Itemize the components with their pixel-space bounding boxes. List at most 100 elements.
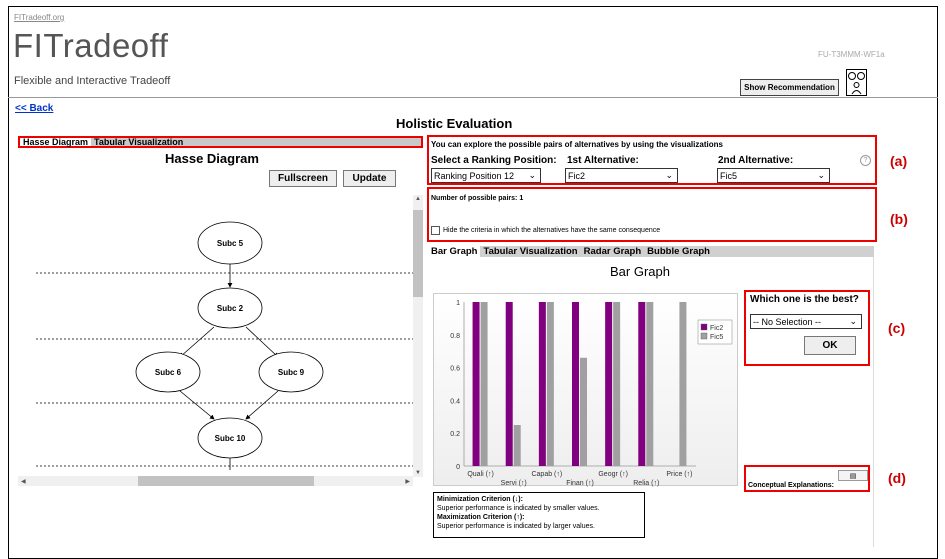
label-d: (d) bbox=[888, 470, 906, 486]
label-a: (a) bbox=[890, 153, 908, 169]
max-title: Maximization Criterion (↑): bbox=[437, 514, 525, 521]
bar-fic2 bbox=[572, 302, 579, 466]
scroll-up-icon[interactable]: ▲ bbox=[415, 196, 421, 202]
max-text: Superior performance is indicated by lar… bbox=[437, 523, 595, 530]
tab-radar-graph[interactable]: Radar Graph bbox=[581, 246, 645, 257]
legend-label: Fic5 bbox=[710, 334, 723, 341]
logo: FITradeoff bbox=[13, 27, 169, 64]
pairs-value: 1 bbox=[519, 195, 524, 202]
header-divider bbox=[8, 97, 938, 98]
y-tick-label: 0 bbox=[456, 464, 460, 471]
page-title: Holistic Evaluation bbox=[396, 116, 513, 131]
hasse-diagram[interactable]: Subc 5 Subc 2 Subc 6 Subc 9 Subc 10 bbox=[18, 195, 413, 470]
x-tick-label: Price (↑) bbox=[666, 471, 692, 478]
alt1-select[interactable]: Fic2 ⌄ bbox=[565, 168, 678, 183]
x-tick-label: Relia (↑) bbox=[633, 480, 659, 487]
chevron-down-icon: ⌄ bbox=[665, 170, 673, 180]
y-tick-label: 0.8 bbox=[450, 333, 460, 340]
hide-criteria-checkbox[interactable] bbox=[431, 226, 440, 235]
right-tab-bar: Bar Graph Tabular Visualization Radar Gr… bbox=[428, 246, 874, 257]
edge bbox=[179, 390, 215, 420]
left-tab-bar: Hasse Diagram Tabular Visualization bbox=[18, 136, 423, 148]
x-tick-label: Capab (↑) bbox=[531, 471, 562, 478]
hasse-node[interactable]: Subc 6 bbox=[135, 351, 201, 393]
expand-icon[interactable]: ▤ bbox=[838, 470, 868, 481]
panel-a-title: You can explore the possible pairs of al… bbox=[431, 140, 723, 149]
fullscreen-button[interactable]: Fullscreen bbox=[269, 170, 337, 187]
pairs-count: Number of possible pairs: 1 bbox=[431, 195, 523, 202]
update-button[interactable]: Update bbox=[343, 170, 396, 187]
bar-fic5 bbox=[679, 302, 687, 466]
vertical-scroll-thumb[interactable] bbox=[413, 210, 423, 297]
help-icon[interactable]: ? bbox=[860, 155, 871, 166]
bar-fic5 bbox=[580, 357, 587, 466]
alt1-select-value: Fic2 bbox=[568, 170, 586, 181]
node-label: Subc 6 bbox=[155, 368, 182, 377]
bar-fic2 bbox=[472, 302, 480, 466]
tab-bar-graph[interactable]: Bar Graph bbox=[428, 246, 481, 257]
horizontal-scroll-thumb[interactable] bbox=[138, 476, 314, 486]
bar-fic5 bbox=[646, 302, 654, 466]
edge bbox=[245, 326, 279, 358]
hasse-node[interactable]: Subc 10 bbox=[197, 417, 263, 459]
hasse-title: Hasse Diagram bbox=[165, 151, 259, 166]
bar-graph-title: Bar Graph bbox=[610, 264, 670, 279]
edge bbox=[179, 326, 215, 358]
scroll-down-icon[interactable]: ▼ bbox=[415, 470, 421, 476]
hasse-node[interactable]: Subc 2 bbox=[197, 287, 263, 329]
criteria-legend: Minimization Criterion (↓): Superior per… bbox=[433, 492, 645, 538]
tab-tabular-visualization[interactable]: Tabular Visualization bbox=[91, 137, 186, 147]
min-title: Minimization Criterion (↓): bbox=[437, 496, 523, 503]
bar-fic5 bbox=[480, 302, 488, 466]
bar-fic2 bbox=[538, 302, 546, 466]
x-tick-label: Geogr (↑) bbox=[598, 471, 628, 478]
tagline: Flexible and Interactive Tradeoff bbox=[14, 75, 171, 87]
tab-tabular-visualization-right[interactable]: Tabular Visualization bbox=[480, 246, 580, 257]
legend-swatch bbox=[700, 323, 708, 331]
best-select[interactable]: -- No Selection -- ⌄ bbox=[750, 314, 862, 329]
scroll-left-icon[interactable]: ◀ bbox=[21, 478, 26, 485]
back-link[interactable]: << Back bbox=[15, 103, 53, 114]
alt2-select[interactable]: Fic5 ⌄ bbox=[717, 168, 830, 183]
label-c: (c) bbox=[888, 320, 906, 336]
ranking-select[interactable]: Ranking Position 12 ⌄ bbox=[431, 168, 541, 183]
hide-criteria-label: Hide the criteria in which the alternati… bbox=[443, 227, 661, 234]
node-label: Subc 5 bbox=[217, 239, 244, 248]
chevron-down-icon: ⌄ bbox=[817, 170, 825, 180]
tab-bubble-graph[interactable]: Bubble Graph bbox=[644, 246, 713, 257]
bar-fic5 bbox=[613, 302, 621, 466]
site-link[interactable]: FITradeoff.org bbox=[14, 13, 64, 22]
min-text: Superior performance is indicated by sma… bbox=[437, 505, 600, 512]
chevron-down-icon: ⌄ bbox=[849, 316, 857, 326]
legend-label: Fic2 bbox=[710, 325, 723, 332]
alt1-label: 1st Alternative: bbox=[567, 155, 639, 166]
label-b: (b) bbox=[890, 211, 908, 227]
hasse-node[interactable]: Subc 9 bbox=[258, 351, 324, 393]
best-question: Which one is the best? bbox=[750, 294, 859, 305]
y-tick-label: 0.2 bbox=[450, 431, 460, 438]
show-recommendation-button[interactable]: Show Recommendation bbox=[740, 79, 839, 96]
legend-swatch bbox=[700, 332, 708, 340]
y-tick-label: 1 bbox=[456, 300, 460, 307]
bar-fic5 bbox=[546, 302, 554, 466]
ranking-select-value: Ranking Position 12 bbox=[434, 170, 515, 181]
hasse-node[interactable]: Subc 5 bbox=[197, 221, 263, 265]
node-label: Subc 2 bbox=[217, 304, 244, 313]
alt2-label: 2nd Alternative: bbox=[718, 155, 794, 166]
alt2-select-value: Fic5 bbox=[720, 170, 738, 181]
bar-chart: 0 0.2 0.4 0.6 0.8 1 Quali (↑) Servi (↑) Capab (↑… bbox=[433, 293, 738, 487]
ok-button[interactable]: OK bbox=[804, 336, 856, 355]
bar-fic2 bbox=[638, 302, 646, 466]
best-select-value: -- No Selection -- bbox=[753, 316, 822, 327]
y-tick-label: 0.4 bbox=[450, 398, 460, 405]
ranking-label: Select a Ranking Position: bbox=[431, 155, 557, 166]
scroll-right-icon[interactable]: ▶ bbox=[405, 478, 410, 485]
tab-hasse-diagram[interactable]: Hasse Diagram bbox=[20, 137, 92, 147]
node-label: Subc 9 bbox=[278, 368, 305, 377]
conceptual-explanations-label: Conceptual Explanations: bbox=[748, 482, 834, 489]
session-code: FU-T3MMM-WF1a bbox=[818, 50, 885, 59]
edge bbox=[245, 390, 279, 420]
bar-fic5 bbox=[513, 425, 521, 466]
people-icon[interactable] bbox=[846, 69, 867, 96]
pairs-label: Number of possible pairs: bbox=[431, 195, 518, 202]
